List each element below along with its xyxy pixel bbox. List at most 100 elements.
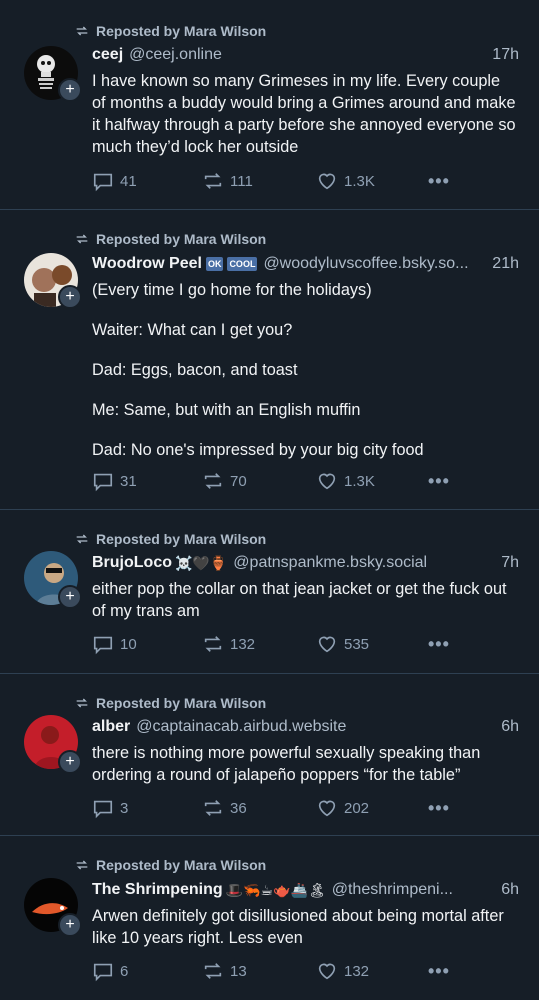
- like-count: 132: [344, 962, 370, 980]
- repost-count: 132: [230, 635, 256, 653]
- ellipsis-icon: •••: [428, 960, 450, 981]
- repost-indicator[interactable]: Reposted by Mara Wilson: [74, 855, 266, 875]
- repost-icon: [76, 534, 88, 544]
- post-time[interactable]: 6h: [501, 718, 519, 736]
- repost-icon: [76, 26, 88, 36]
- post-paragraph: Dad: Eggs, bacon, and toast: [92, 361, 298, 379]
- post-time[interactable]: 17h: [492, 46, 519, 64]
- repost-indicator[interactable]: Reposted by Mara Wilson: [74, 693, 266, 713]
- post-paragraph: there is nothing more powerful sexually …: [92, 744, 481, 784]
- follow-plus-icon[interactable]: +: [58, 913, 82, 937]
- repost-icon: [76, 234, 88, 244]
- author-handle[interactable]: @captainacab.airbud.website: [136, 718, 491, 736]
- post-text: (Every time I go home for the holidays) …: [92, 279, 517, 461]
- cool-badge: COOL: [227, 257, 258, 271]
- action-bar: 31 70 1.3K •••: [92, 469, 452, 493]
- action-bar: 6 13 132 •••: [92, 959, 452, 983]
- post-text: either pop the collar on that jean jacke…: [92, 578, 517, 622]
- reply-icon: [93, 173, 113, 192]
- like-button[interactable]: 132: [316, 960, 428, 982]
- author-handle[interactable]: @patnspankme.bsky.social: [233, 554, 491, 572]
- repost-button[interactable]: 36: [202, 797, 316, 819]
- like-button[interactable]: 535: [316, 633, 428, 655]
- author-name[interactable]: BrujoLoco: [92, 554, 172, 572]
- post-time[interactable]: 21h: [492, 255, 519, 273]
- author-handle[interactable]: @theshrimpeni...: [332, 881, 491, 899]
- follow-plus-icon[interactable]: +: [58, 78, 82, 102]
- repost-icon: [204, 173, 222, 189]
- repost-button[interactable]: 132: [202, 633, 316, 655]
- repost-count: 111: [230, 172, 253, 190]
- repost-count: 70: [230, 472, 247, 490]
- author-name[interactable]: The Shrimpening: [92, 881, 223, 899]
- feed-post-4[interactable]: Reposted by Mara Wilson + alber @captain…: [0, 674, 539, 836]
- reply-count: 10: [120, 635, 137, 653]
- repost-icon: [204, 963, 222, 979]
- post-time[interactable]: 6h: [501, 881, 519, 899]
- repost-label: Reposted by Mara Wilson: [96, 695, 267, 711]
- more-options-button[interactable]: •••: [428, 171, 450, 192]
- more-options-button[interactable]: •••: [428, 961, 450, 982]
- reply-button[interactable]: 31: [92, 470, 202, 492]
- follow-plus-icon[interactable]: +: [58, 750, 82, 774]
- repost-icon: [204, 800, 222, 816]
- repost-indicator[interactable]: Reposted by Mara Wilson: [74, 229, 266, 249]
- like-count: 1.3K: [344, 172, 375, 190]
- author-handle[interactable]: @ceej.online: [129, 46, 482, 64]
- repost-indicator[interactable]: Reposted by Mara Wilson: [74, 21, 266, 41]
- repost-count: 13: [230, 962, 247, 980]
- reply-button[interactable]: 41: [92, 170, 202, 192]
- like-button[interactable]: 1.3K: [316, 170, 428, 192]
- reply-button[interactable]: 6: [92, 960, 202, 982]
- heart-icon: [318, 636, 336, 653]
- reply-button[interactable]: 3: [92, 797, 202, 819]
- author-name[interactable]: ceej: [92, 46, 123, 64]
- feed-post-3[interactable]: Reposted by Mara Wilson + BrujoLoco ☠️🖤🏺…: [0, 510, 539, 674]
- author-handle[interactable]: @woodyluvscoffee.bsky.so...: [263, 255, 482, 273]
- more-options-button[interactable]: •••: [428, 634, 450, 655]
- repost-button[interactable]: 111: [202, 170, 316, 192]
- repost-icon: [204, 473, 222, 489]
- ellipsis-icon: •••: [428, 470, 450, 491]
- repost-button[interactable]: 13: [202, 960, 316, 982]
- ellipsis-icon: •••: [428, 170, 450, 191]
- post-paragraph: Me: Same, but with an English muffin: [92, 401, 361, 419]
- follow-plus-icon[interactable]: +: [58, 285, 82, 309]
- more-options-button[interactable]: •••: [428, 798, 450, 819]
- author-name[interactable]: Woodrow Peel: [92, 255, 202, 273]
- like-button[interactable]: 1.3K: [316, 470, 428, 492]
- repost-button[interactable]: 70: [202, 470, 316, 492]
- reply-count: 6: [120, 962, 129, 980]
- repost-indicator[interactable]: Reposted by Mara Wilson: [74, 529, 266, 549]
- more-options-button[interactable]: •••: [428, 471, 450, 492]
- heart-icon: [318, 800, 336, 817]
- feed-post-1[interactable]: Reposted by Mara Wilson + ceej @ceej.onl…: [0, 0, 539, 210]
- feed-post-5[interactable]: Reposted by Mara Wilson + The Shrimpenin…: [0, 836, 539, 1000]
- repost-label: Reposted by Mara Wilson: [96, 857, 267, 873]
- post-paragraph: I have known so many Grimeses in my life…: [92, 72, 516, 156]
- post-paragraph: Arwen definitely got disillusioned about…: [92, 907, 504, 947]
- like-count: 202: [344, 799, 370, 817]
- author-name[interactable]: alber: [92, 718, 130, 736]
- like-button[interactable]: 202: [316, 797, 428, 819]
- reply-count: 3: [120, 799, 129, 817]
- heart-icon: [318, 963, 336, 980]
- like-count: 535: [344, 635, 370, 653]
- repost-icon: [76, 698, 88, 708]
- reply-icon: [93, 963, 113, 982]
- reply-icon: [93, 800, 113, 819]
- post-time[interactable]: 7h: [501, 554, 519, 572]
- post-text: there is nothing more powerful sexually …: [92, 742, 517, 786]
- post-paragraph: either pop the collar on that jean jacke…: [92, 580, 507, 620]
- reply-button[interactable]: 10: [92, 633, 202, 655]
- post-paragraph: Waiter: What can I get you?: [92, 321, 293, 339]
- feed-post-2[interactable]: Reposted by Mara Wilson + Woodrow Peel O…: [0, 210, 539, 510]
- action-bar: 41 111 1.3K •••: [92, 169, 452, 193]
- post-text: I have known so many Grimeses in my life…: [92, 70, 517, 158]
- reply-count: 41: [120, 172, 137, 190]
- action-bar: 10 132 535 •••: [92, 632, 452, 656]
- follow-plus-icon[interactable]: +: [58, 585, 82, 609]
- repost-label: Reposted by Mara Wilson: [96, 531, 267, 547]
- heart-icon: [318, 173, 336, 190]
- repost-label: Reposted by Mara Wilson: [96, 23, 267, 39]
